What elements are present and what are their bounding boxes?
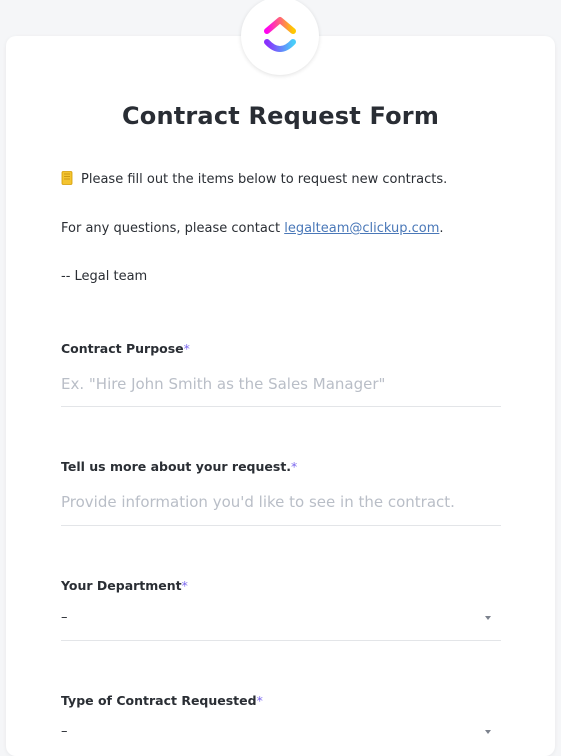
department-select-value: – (61, 610, 68, 625)
logo-badge (241, 0, 319, 75)
department-label-text: Your Department (61, 578, 182, 593)
request-details-underline (61, 525, 501, 526)
form-card (6, 36, 555, 756)
contract-purpose-label-text: Contract Purpose (61, 341, 184, 356)
intro-text: Please fill out the items below to reque… (81, 172, 448, 187)
questions-suffix: . (439, 221, 444, 236)
contract-type-label: Type of Contract Requested* (61, 693, 263, 708)
contract-purpose-label: Contract Purpose* (61, 341, 190, 356)
contract-type-select[interactable]: – (61, 722, 501, 744)
department-underline (61, 640, 501, 641)
intro-line: Please fill out the items below to reque… (61, 171, 447, 187)
required-marker: * (256, 693, 263, 708)
chevron-down-icon (485, 616, 491, 620)
request-details-label: Tell us more about your request.* (61, 459, 297, 474)
chevron-down-icon (485, 730, 491, 734)
contract-purpose-underline (61, 406, 501, 407)
department-select[interactable]: – (61, 608, 501, 630)
contract-type-label-text: Type of Contract Requested (61, 693, 257, 708)
clickup-logo-icon (264, 17, 296, 52)
contact-email-link[interactable]: legalteam@clickup.com (284, 221, 439, 236)
required-marker: * (183, 341, 190, 356)
questions-prefix: For any questions, please contact (61, 221, 285, 236)
signature-text: -- Legal team (61, 269, 148, 284)
form-title: Contract Request Form (121, 102, 440, 130)
required-marker: * (291, 459, 298, 474)
request-details-label-text: Tell us more about your request. (61, 459, 292, 474)
questions-line: For any questions, please contact legalt… (61, 221, 444, 236)
contract-type-select-value: – (61, 724, 68, 739)
notebook-emoji-icon (61, 171, 73, 185)
contract-purpose-input[interactable] (61, 374, 501, 394)
department-label: Your Department* (61, 578, 188, 593)
request-details-input[interactable] (61, 492, 501, 512)
required-marker: * (181, 578, 188, 593)
